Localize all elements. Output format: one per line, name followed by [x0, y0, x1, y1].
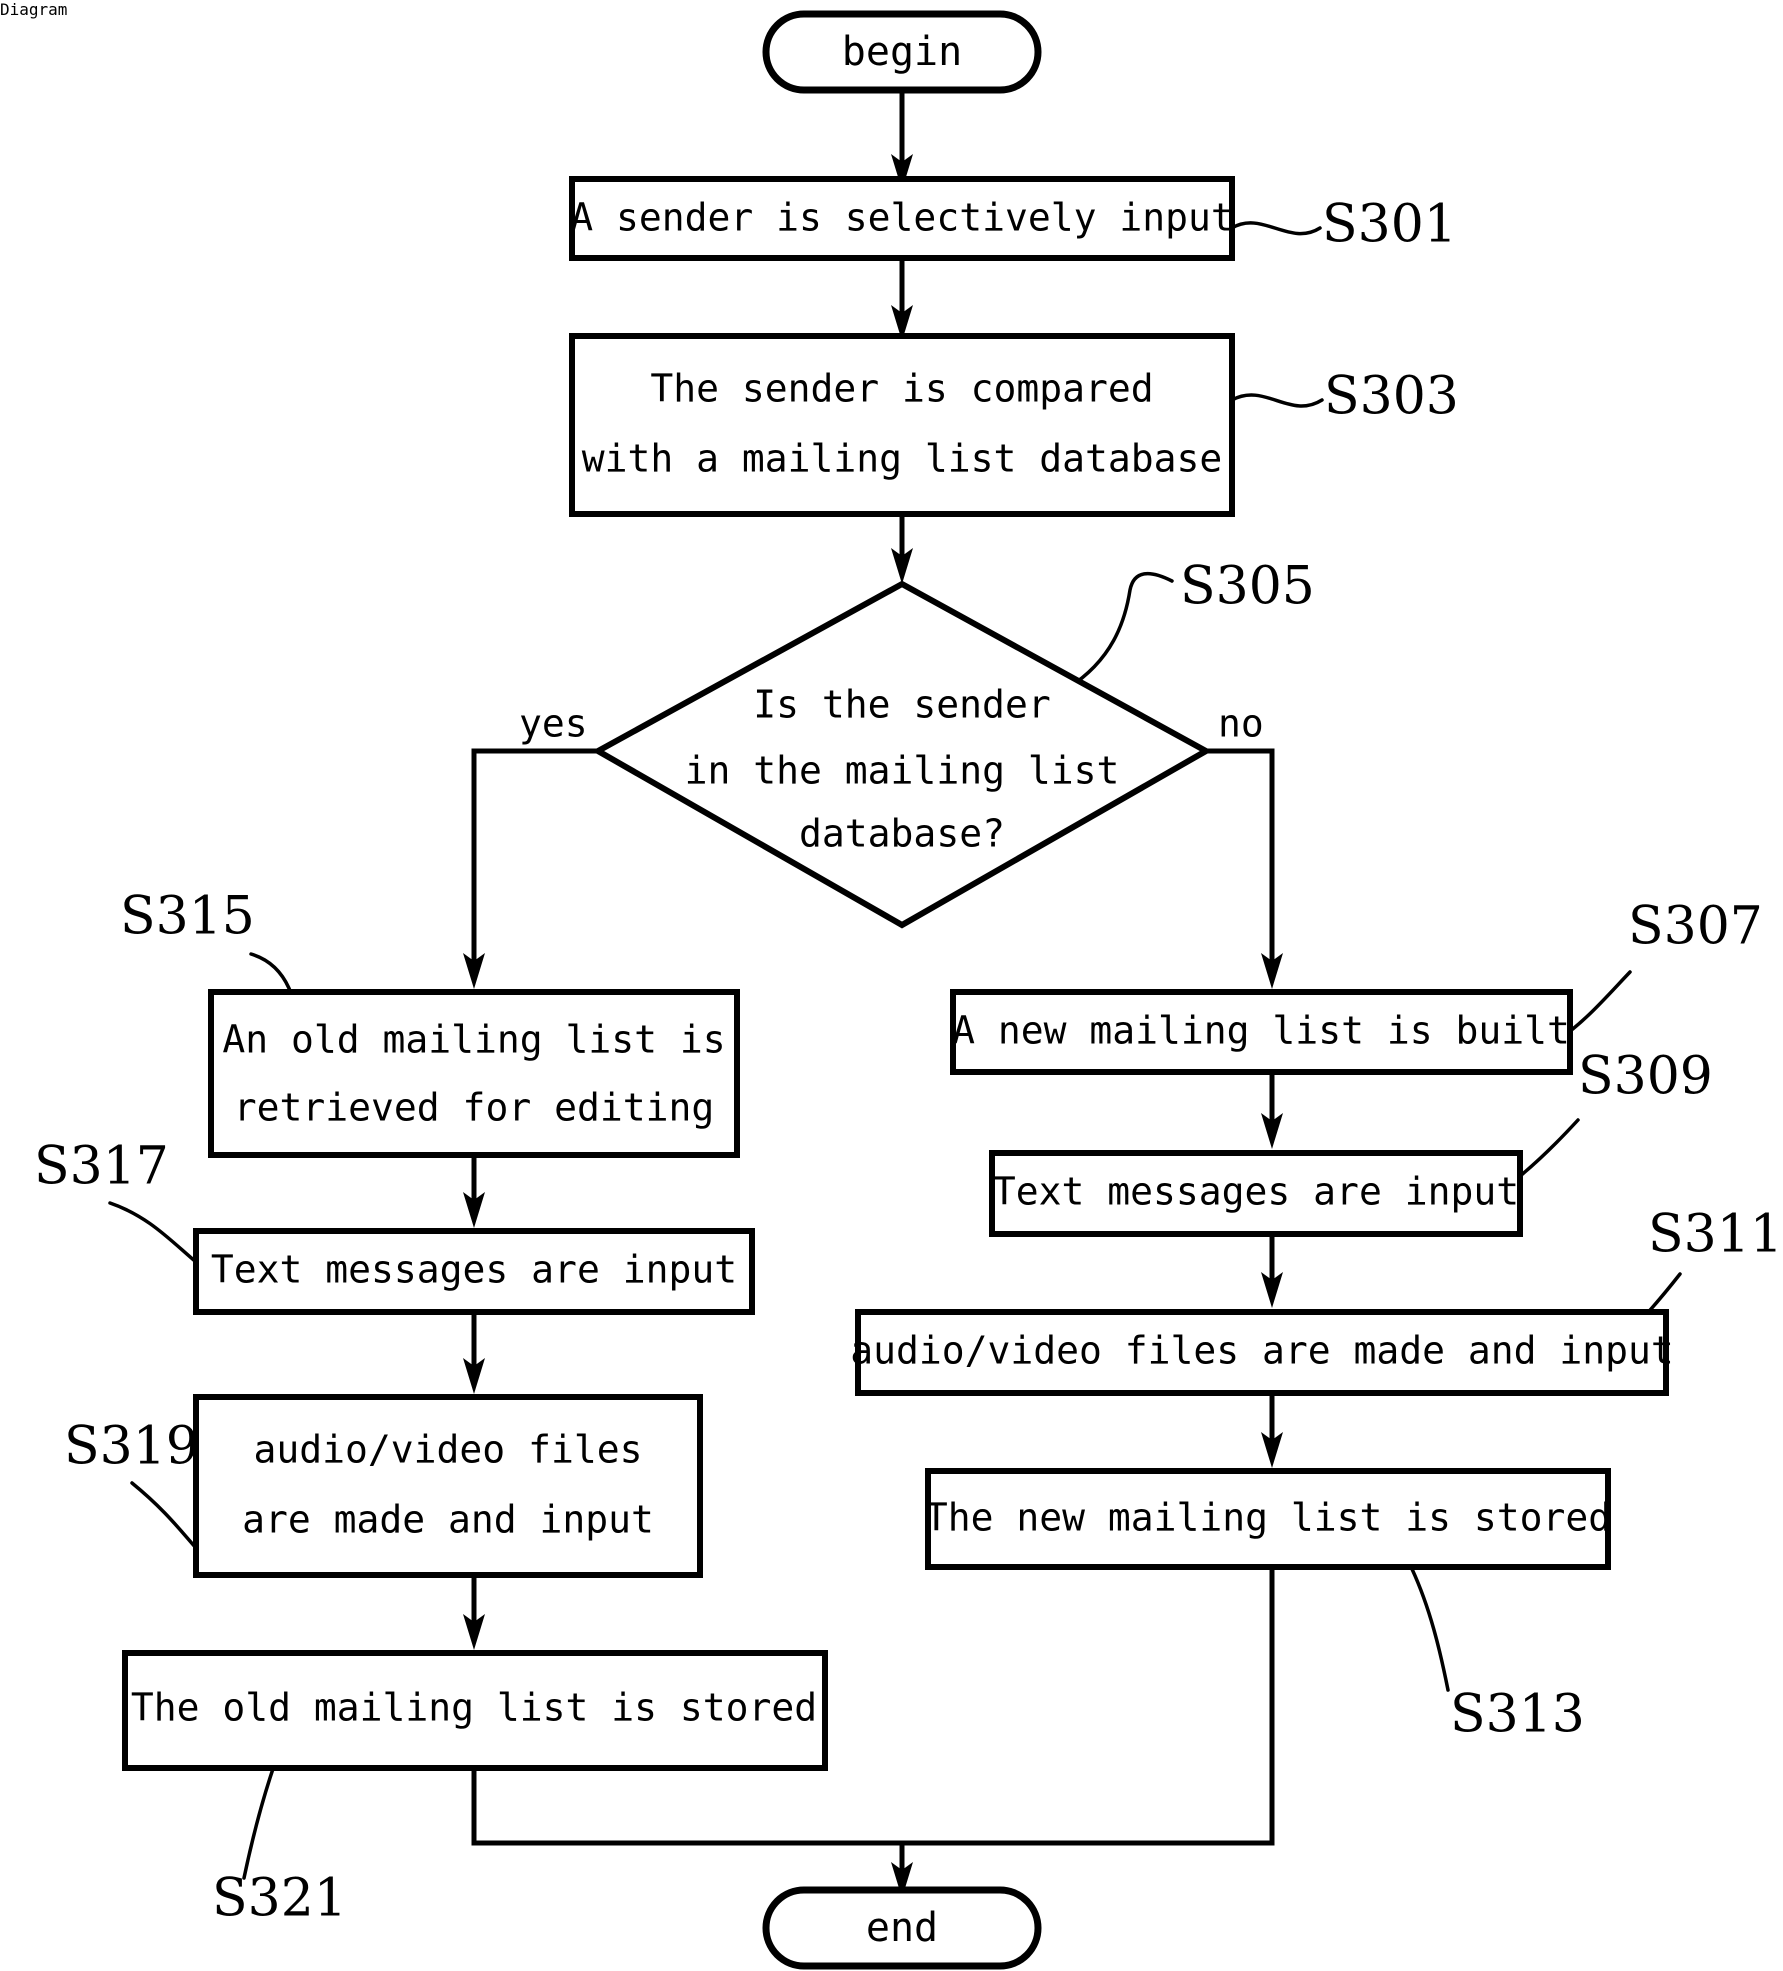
- process-box-s307: A new mailing list is built: [950, 989, 1573, 1075]
- process-s303-line1: The sender is compared: [650, 367, 1153, 411]
- branch-label-no: no: [1218, 702, 1264, 746]
- ref-label-s319: S319: [64, 1417, 199, 1477]
- connector-s301-to-s303: [891, 257, 913, 341]
- ref-label-s321: S321: [212, 1869, 347, 1929]
- decision-line2: in the mailing list: [685, 749, 1120, 793]
- ref-label-s317: S317: [34, 1137, 169, 1197]
- ref-label-s303: S303: [1324, 367, 1459, 427]
- flowchart-canvas: begin A sender is selectively input S301…: [34, 10, 1783, 1970]
- connector-s309-to-s311: [1261, 1234, 1283, 1308]
- connector-decision-yes-to-s315: [463, 748, 598, 989]
- process-box-s319: audio/video files are made and input: [193, 1394, 703, 1578]
- process-s317-line1: Text messages are input: [211, 1248, 737, 1292]
- leader-s321: [242, 1758, 278, 1880]
- ref-label-s309: S309: [1578, 1047, 1713, 1107]
- ref-label-s313: S313: [1450, 1685, 1585, 1745]
- connector-decision-no-to-s307: [1206, 748, 1283, 989]
- process-s315-line2: retrieved for editing: [234, 1086, 714, 1130]
- branch-label-yes: yes: [519, 702, 588, 746]
- decision-line3: database?: [799, 812, 1005, 856]
- connector-s311-to-s313: [1261, 1393, 1283, 1468]
- ref-label-s315: S315: [120, 887, 255, 947]
- connector-s317-to-s319: [463, 1312, 485, 1394]
- terminator-begin: begin: [762, 10, 1042, 94]
- leader-s313: [1410, 1567, 1450, 1692]
- ref-label-s305: S305: [1180, 557, 1315, 617]
- process-s319-line1: audio/video files: [254, 1428, 643, 1472]
- process-box-s313: The new mailing list is stored: [925, 1468, 1611, 1570]
- terminator-end-label: end: [866, 1905, 938, 1951]
- ref-label-s311: S311: [1648, 1205, 1783, 1265]
- process-box-s317: Text messages are input: [193, 1228, 755, 1315]
- process-s311-line1: audio/video files are made and input: [850, 1329, 1674, 1373]
- connector-s319-to-s321: [463, 1575, 485, 1650]
- process-s309-line1: Text messages are input: [993, 1170, 1519, 1214]
- ref-label-s307: S307: [1628, 897, 1763, 957]
- terminator-begin-label: begin: [842, 29, 962, 75]
- process-s315-line1: An old mailing list is: [222, 1018, 725, 1062]
- leader-s305: [1066, 571, 1174, 690]
- decision-line1: Is the sender: [753, 683, 1050, 727]
- process-s313-line1: The new mailing list is stored: [925, 1496, 1611, 1540]
- process-box-s309: Text messages are input: [989, 1150, 1523, 1237]
- process-s301-line1: A sender is selectively input: [570, 196, 1233, 240]
- process-box-s321: The old mailing list is stored: [122, 1650, 828, 1771]
- leader-s317: [108, 1201, 198, 1264]
- terminator-end: end: [762, 1886, 1042, 1970]
- connector-s315-to-s317: [463, 1155, 485, 1228]
- process-box-s315: An old mailing list is retrieved for edi…: [208, 989, 740, 1158]
- process-s303-line2: with a mailing list database: [582, 437, 1223, 481]
- process-s321-line1: The old mailing list is stored: [131, 1686, 817, 1730]
- process-box-s303: The sender is compared with a mailing li…: [569, 333, 1235, 517]
- process-box-s311: audio/video files are made and input: [850, 1309, 1674, 1396]
- leader-s303: [1230, 393, 1324, 408]
- leader-s301: [1230, 221, 1322, 236]
- connector-s303-to-decision: [891, 513, 913, 584]
- process-s319-line2: are made and input: [242, 1498, 654, 1542]
- process-s307-line1: A new mailing list is built: [952, 1009, 1570, 1053]
- ref-label-s301: S301: [1322, 195, 1457, 255]
- connector-begin-to-s301: [891, 89, 913, 190]
- process-box-s301: A sender is selectively input: [569, 176, 1235, 261]
- connector-s307-to-s309: [1261, 1072, 1283, 1149]
